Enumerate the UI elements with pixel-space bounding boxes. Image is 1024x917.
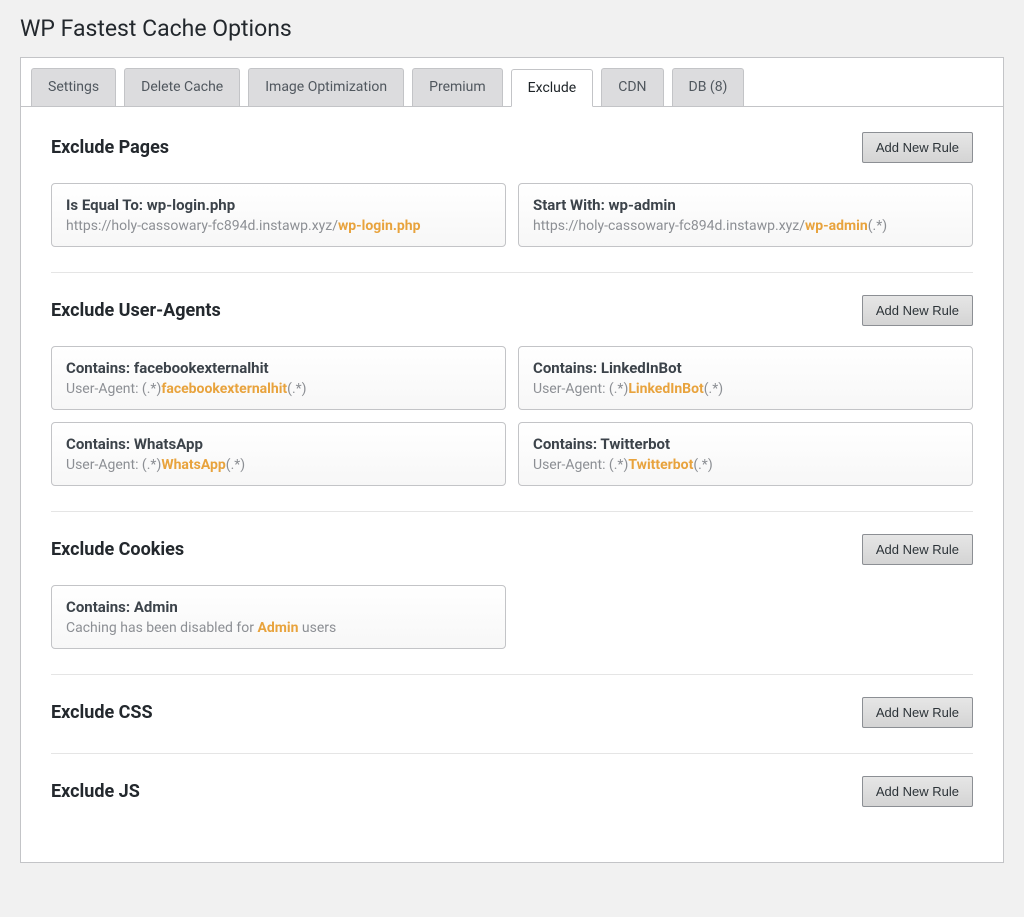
tabs-nav: Settings Delete Cache Image Optimization… [21, 58, 1003, 107]
rule-card[interactable]: Contains: WhatsApp User-Agent: (.*)Whats… [51, 422, 506, 486]
rule-description: https://holy-cassowary-fc894d.instawp.xy… [66, 218, 491, 234]
rule-description: User-Agent: (.*)Twitterbot(.*) [533, 457, 958, 473]
rule-description: User-Agent: (.*)LinkedInBot(.*) [533, 381, 958, 397]
section-title-pages: Exclude Pages [51, 137, 169, 158]
section-exclude-js: Exclude JS Add New Rule [51, 753, 973, 807]
tab-image-optimization[interactable]: Image Optimization [248, 68, 404, 106]
rule-card[interactable]: Start With: wp-admin https://holy-cassow… [518, 183, 973, 247]
tab-exclude[interactable]: Exclude [511, 69, 594, 107]
rule-title: Contains: WhatsApp [66, 435, 491, 453]
page-title: WP Fastest Cache Options [20, 15, 1004, 42]
section-title-cookies: Exclude Cookies [51, 539, 184, 560]
rule-card[interactable]: Contains: Twitterbot User-Agent: (.*)Twi… [518, 422, 973, 486]
rule-card[interactable]: Is Equal To: wp-login.php https://holy-c… [51, 183, 506, 247]
add-rule-button-js[interactable]: Add New Rule [862, 776, 973, 807]
tab-delete-cache[interactable]: Delete Cache [124, 68, 240, 106]
rule-title: Is Equal To: wp-login.php [66, 196, 491, 214]
section-exclude-pages: Exclude Pages Add New Rule Is Equal To: … [51, 132, 973, 247]
rule-title: Start With: wp-admin [533, 196, 958, 214]
rule-title: Contains: facebookexternalhit [66, 359, 491, 377]
add-rule-button-cookies[interactable]: Add New Rule [862, 534, 973, 565]
rule-description: https://holy-cassowary-fc894d.instawp.xy… [533, 218, 958, 234]
rule-card[interactable]: Contains: facebookexternalhit User-Agent… [51, 346, 506, 410]
options-wrap: Settings Delete Cache Image Optimization… [20, 57, 1004, 863]
section-title-css: Exclude CSS [51, 702, 153, 723]
section-title-js: Exclude JS [51, 781, 140, 802]
rule-description: User-Agent: (.*)facebookexternalhit(.*) [66, 381, 491, 397]
tab-premium[interactable]: Premium [412, 68, 503, 106]
rule-title: Contains: Twitterbot [533, 435, 958, 453]
section-exclude-css: Exclude CSS Add New Rule [51, 674, 973, 728]
rule-title: Contains: LinkedInBot [533, 359, 958, 377]
section-exclude-useragents: Exclude User-Agents Add New Rule Contain… [51, 272, 973, 486]
rule-description: User-Agent: (.*)WhatsApp(.*) [66, 457, 491, 473]
rule-title: Contains: Admin [66, 598, 491, 616]
section-title-useragents: Exclude User-Agents [51, 300, 221, 321]
add-rule-button-css[interactable]: Add New Rule [862, 697, 973, 728]
add-rule-button-useragents[interactable]: Add New Rule [862, 295, 973, 326]
tab-content: Exclude Pages Add New Rule Is Equal To: … [21, 107, 1003, 862]
tab-db[interactable]: DB (8) [672, 68, 745, 106]
section-exclude-cookies: Exclude Cookies Add New Rule Contains: A… [51, 511, 973, 649]
rule-card[interactable]: Contains: Admin Caching has been disable… [51, 585, 506, 649]
rule-description: Caching has been disabled for Admin user… [66, 620, 491, 636]
tab-settings[interactable]: Settings [31, 68, 116, 106]
add-rule-button-pages[interactable]: Add New Rule [862, 132, 973, 163]
tab-cdn[interactable]: CDN [601, 68, 663, 106]
rule-card[interactable]: Contains: LinkedInBot User-Agent: (.*)Li… [518, 346, 973, 410]
